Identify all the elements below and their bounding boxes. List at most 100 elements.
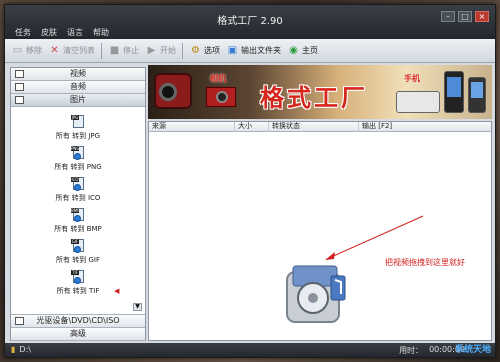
status-bar: ▮ D:\ 用时： 00:00:00 系统天地 bbox=[5, 343, 495, 357]
close-button[interactable]: × bbox=[475, 11, 489, 22]
window-controls: – □ × bbox=[441, 11, 489, 22]
camera-icon bbox=[206, 87, 236, 107]
watermark-logo: 系统天地 bbox=[454, 345, 491, 355]
format-item-jpg[interactable]: JPG 所有 转到 JPG bbox=[11, 115, 145, 145]
output-folder-label: 输出文件夹 bbox=[241, 46, 281, 55]
sidebar: 视频 音频 图片 JPG 所有 转到 JPG PNG 所有 转到 PNG ICO… bbox=[10, 67, 146, 341]
clear-list-icon: ✕ bbox=[50, 45, 59, 56]
phone-tag: 手机 bbox=[404, 74, 420, 83]
banner-title: 格式工厂 bbox=[260, 83, 368, 112]
toolbar-separator bbox=[182, 42, 183, 59]
category-audio-label: 音频 bbox=[70, 82, 86, 91]
col-status[interactable]: 转换状态 bbox=[269, 122, 359, 132]
red-pointer-icon: ◀ bbox=[114, 287, 120, 295]
stop-icon: ■ bbox=[109, 45, 120, 56]
smartphone-icon bbox=[444, 71, 464, 113]
stop-button[interactable]: ■ 停止 bbox=[108, 44, 139, 57]
category-optical-drive[interactable]: 光驱设备\DVD\CD\ISO bbox=[11, 315, 145, 328]
options-icon: ⚙ bbox=[191, 45, 200, 56]
start-icon: ▶ bbox=[147, 45, 156, 56]
home-label: 主页 bbox=[302, 46, 318, 55]
format-item-ico[interactable]: ICO 所有 转到 ICO bbox=[11, 177, 145, 207]
minimize-button[interactable]: – bbox=[441, 11, 455, 22]
drag-hint-text: 把视频拖拽到这里就好 bbox=[385, 258, 465, 267]
format-item-bmp[interactable]: BMP 所有 转到 BMP bbox=[11, 208, 145, 238]
category-video[interactable]: 视频 bbox=[11, 68, 145, 81]
format-item-label: 所有 转到 GIF bbox=[56, 256, 100, 264]
format-item-label: 所有 转到 PNG bbox=[54, 163, 102, 171]
app-window: 格式工厂 2.90 任务 皮肤 语言 帮助 – □ × ▭ 移除 ✕ 清空列表 … bbox=[4, 4, 496, 358]
scroll-down-button[interactable]: ▼ bbox=[133, 303, 142, 311]
camcorder-icon bbox=[154, 73, 192, 109]
tif-file-icon: TIF bbox=[71, 270, 85, 286]
format-item-label: 所有 转到 TIF bbox=[56, 287, 100, 295]
elapsed-label: 用时： bbox=[399, 346, 424, 355]
options-button[interactable]: ⚙ 选项 bbox=[189, 44, 220, 57]
jpg-file-icon: JPG bbox=[71, 115, 85, 131]
image-format-list: JPG 所有 转到 JPG PNG 所有 转到 PNG ICO 所有 转到 IC… bbox=[11, 107, 145, 315]
gif-file-icon: GIF bbox=[71, 239, 85, 255]
format-item-label: 所有 转到 ICO bbox=[55, 194, 101, 202]
gif-badge: GIF bbox=[71, 239, 79, 244]
disc-category-icon bbox=[15, 317, 24, 325]
toolbar: ▭ 移除 ✕ 清空列表 ■ 停止 ▶ 开始 ⚙ 选项 ▣ 输出文件夹 ◉ 主页 bbox=[5, 39, 495, 63]
menu-help[interactable]: 帮助 bbox=[93, 27, 109, 38]
bmp-file-icon: BMP bbox=[71, 208, 85, 224]
remove-label: 移除 bbox=[26, 46, 42, 55]
category-image[interactable]: 图片 bbox=[11, 94, 145, 107]
format-item-label: 所有 转到 BMP bbox=[54, 225, 102, 233]
titlebar: 格式工厂 2.90 任务 皮肤 语言 帮助 – □ × bbox=[5, 5, 495, 39]
bmp-badge: BMP bbox=[71, 208, 80, 213]
category-advanced[interactable]: 高级 bbox=[11, 328, 145, 341]
menu-skin[interactable]: 皮肤 bbox=[41, 27, 57, 38]
table-header: 来源 大小 转换状态 输出 [F2] bbox=[149, 122, 491, 132]
feature-phone-icon bbox=[396, 91, 440, 113]
format-item-tif[interactable]: TIF 所有 转到 TIF bbox=[11, 270, 145, 300]
clear-list-button[interactable]: ✕ 清空列表 bbox=[48, 44, 95, 57]
ico-file-icon: ICO bbox=[71, 177, 85, 193]
home-button[interactable]: ◉ 主页 bbox=[287, 44, 318, 57]
col-output[interactable]: 输出 [F2] bbox=[359, 122, 492, 132]
remove-button[interactable]: ▭ 移除 bbox=[11, 44, 42, 57]
format-item-png[interactable]: PNG 所有 转到 PNG bbox=[11, 146, 145, 176]
menu-task[interactable]: 任务 bbox=[15, 27, 31, 38]
camera-tag: 相机 bbox=[210, 74, 226, 83]
audio-category-icon bbox=[15, 83, 24, 91]
toolbar-separator bbox=[101, 42, 102, 59]
output-drive: D:\ bbox=[19, 345, 31, 354]
start-label: 开始 bbox=[160, 46, 176, 55]
category-image-label: 图片 bbox=[70, 95, 86, 104]
category-audio[interactable]: 音频 bbox=[11, 81, 145, 94]
ico-badge: ICO bbox=[71, 177, 79, 182]
category-advanced-label: 高级 bbox=[70, 329, 86, 338]
task-table[interactable]: 来源 大小 转换状态 输出 [F2] 把视频拖拽到这里就好 bbox=[148, 121, 492, 341]
category-optical-label: 光驱设备\DVD\CD\ISO bbox=[36, 316, 120, 325]
maximize-button[interactable]: □ bbox=[458, 11, 472, 22]
promo-banner: 相机 格式工厂 手机 bbox=[148, 65, 492, 119]
start-button[interactable]: ▶ 开始 bbox=[145, 44, 176, 57]
menu-language[interactable]: 语言 bbox=[67, 27, 83, 38]
menu-bar: 任务 皮肤 语言 帮助 bbox=[15, 27, 109, 38]
format-item-gif[interactable]: GIF 所有 转到 GIF bbox=[11, 239, 145, 269]
col-size[interactable]: 大小 bbox=[235, 122, 269, 132]
category-video-label: 视频 bbox=[70, 69, 86, 78]
format-item-label: 所有 转到 JPG bbox=[55, 132, 101, 140]
format-factory-logo-icon bbox=[286, 265, 346, 323]
image-category-icon bbox=[15, 96, 24, 104]
clear-list-label: 清空列表 bbox=[63, 46, 95, 55]
png-badge: PNG bbox=[71, 146, 80, 151]
output-folder-button[interactable]: ▣ 输出文件夹 bbox=[226, 44, 281, 57]
home-icon: ◉ bbox=[289, 45, 298, 56]
remove-icon: ▭ bbox=[12, 45, 23, 56]
stop-label: 停止 bbox=[123, 46, 139, 55]
video-category-icon bbox=[15, 70, 24, 78]
tif-badge: TIF bbox=[71, 270, 79, 275]
col-source[interactable]: 来源 bbox=[149, 122, 235, 132]
folder-icon: ▮ bbox=[11, 345, 16, 354]
options-label: 选项 bbox=[204, 46, 220, 55]
pda-icon bbox=[468, 77, 486, 113]
output-folder-icon: ▣ bbox=[227, 45, 238, 56]
main-panel: 相机 格式工厂 手机 来源 大小 转换状态 输出 [F2] 把视频拖拽到这里就好 bbox=[148, 65, 492, 341]
status-left: ▮ D:\ bbox=[11, 345, 31, 354]
png-file-icon: PNG bbox=[71, 146, 85, 162]
